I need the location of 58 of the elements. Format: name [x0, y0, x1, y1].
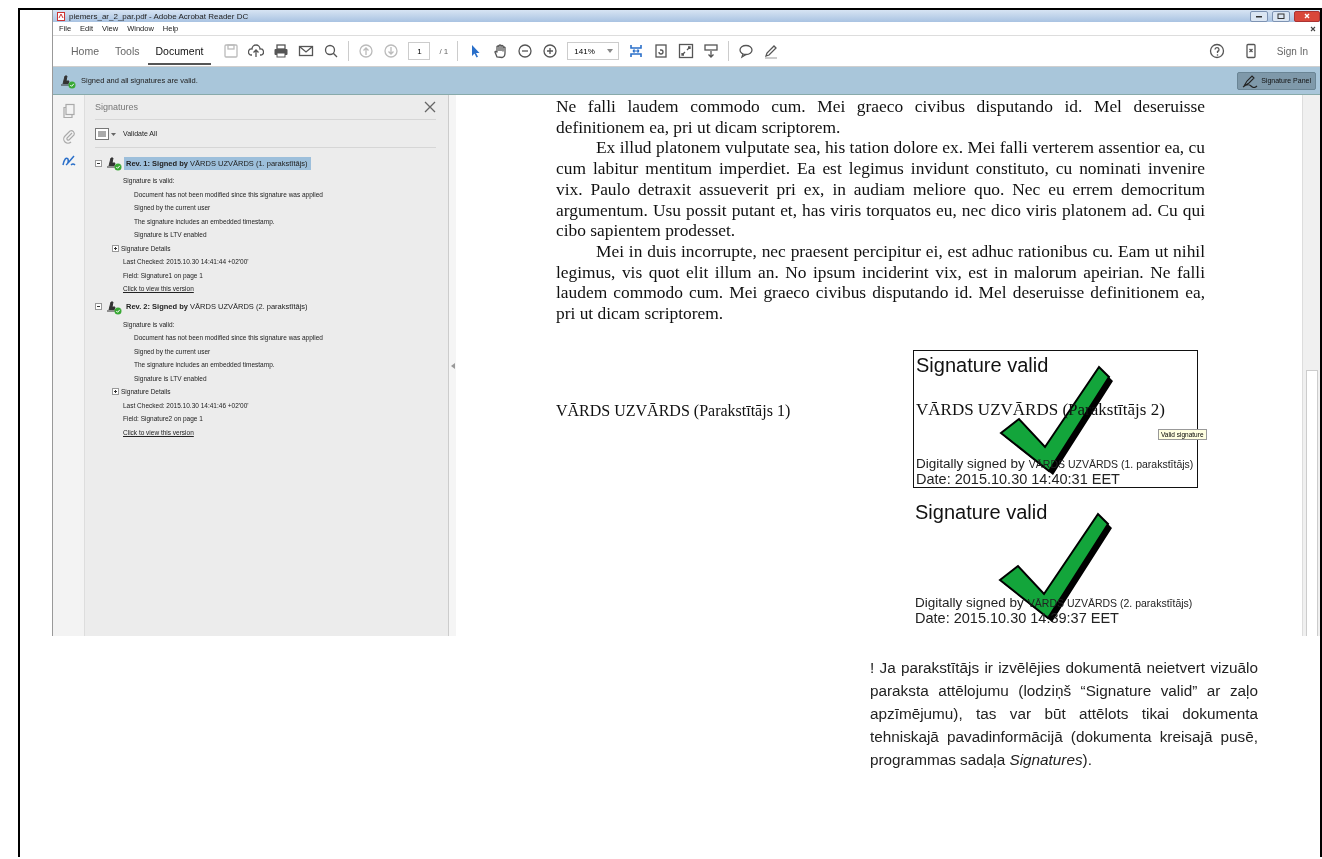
toolbar-tab[interactable]: Tools [107, 37, 148, 65]
collapse-icon[interactable] [95, 303, 102, 310]
print-icon[interactable] [273, 43, 290, 59]
fit-page-icon[interactable] [627, 43, 644, 59]
help-icon[interactable] [1208, 43, 1225, 59]
comment-icon[interactable] [737, 43, 754, 59]
pen-signature-icon [1242, 73, 1259, 88]
hand-icon[interactable] [492, 43, 509, 59]
scroll-mode-icon[interactable] [702, 43, 719, 59]
zoom-in-icon[interactable] [542, 43, 559, 59]
maximize-icon [1277, 13, 1285, 19]
close-icon [1304, 13, 1310, 19]
pen-icon[interactable] [762, 43, 779, 59]
signature-title: Signature valid [915, 499, 1049, 524]
page-number-field[interactable]: 1 [408, 42, 431, 60]
toolbar-tab[interactable]: Document [147, 37, 212, 65]
signature-date: Date: 2015.10.30 14:40:31 EET [916, 470, 1121, 487]
document-paragraph: Ex illud platonem vulputate sea, his tation dolore ex. Mei falli verterem assentior ea, cu cum labitur mentitum imperdiet. Ea est legimus invidunt constituto, cu nominati invenire vix. Paulo detraxit assueverit pri ex, in audiam meliore quo. Nec eu errem democritum argumentum. Usu possit putant et, has viris torquatos eu, nec dico viris platonem ad. Cu qui cibo sapientem prodesset. [556, 137, 1205, 241]
signature-title: Signature valid [916, 352, 1050, 377]
options-menu-icon[interactable] [95, 127, 117, 140]
signature-valid-icon [105, 155, 123, 171]
zoom-dropdown[interactable]: 141% [567, 42, 619, 60]
close-button[interactable] [1294, 10, 1320, 22]
signer-name: VĀRDS UZVĀRDS (Parakstītājs 1) [556, 401, 792, 422]
scrollbar[interactable] [1302, 95, 1320, 636]
rotate-page-icon[interactable] [652, 43, 669, 59]
full-screen-icon[interactable] [677, 43, 694, 59]
cloud-upload-icon[interactable] [248, 43, 265, 59]
signer-name: VĀRDS UZVĀRDS (1. parakstītājs) [1028, 457, 1194, 470]
expand-icon[interactable] [112, 388, 119, 396]
signed-by-label: Digitally signed by [916, 455, 1025, 471]
collapse-icon[interactable] [95, 159, 102, 167]
mail-icon[interactable] [298, 43, 315, 59]
scroll-thumb[interactable] [1306, 370, 1318, 636]
caret-icon [606, 49, 613, 53]
maximize-button[interactable] [1272, 10, 1290, 22]
paperclip-icon[interactable] [60, 128, 77, 144]
search-icon[interactable] [323, 43, 340, 59]
note-text: ! Ja parakstītājs ir izvēlējies dokumentā neietvert vizuālo paraksta attēlojumu (lodziņš “Signature valid” ar zaļo apzīmējumu), tas var būt attēlots tikai dokumenta tehniskajā pavadinformācijā (dokumenta kreisajā pusē, programmas sadaļa Signatures). [870, 658, 1258, 770]
window-title: piemers_ar_2_par.pdf - Adobe Acrobat Reader DC [69, 11, 250, 21]
signature-icon[interactable] [60, 153, 77, 169]
close-icon[interactable] [1310, 25, 1316, 32]
toolbar-tab[interactable]: Home [63, 37, 107, 65]
signature-valid-icon [59, 72, 77, 89]
sign-in-link[interactable]: Sign In [1276, 45, 1308, 57]
pdf-file-icon [57, 11, 65, 21]
document-paragraph: Ne falli laudem commodo cum. Mei graeco civibus disputando id. Mel deseruisse definitionem ea, pri ut dicam scriptorem. [556, 96, 1205, 138]
signature-valid-icon [105, 298, 123, 315]
close-icon[interactable] [424, 101, 436, 113]
document-paragraph: Mei in duis incorrupte, nec praesent percipitur ei, est adhuc rationibus cu. Eam ut nihil legimus, vis quot elit illum an. No ipsum inciderint vix, est in malorum apeirian. Ne falli laudem commodo cum. Mei graeco civibus disputando id. Mel deseruisse definitionem ea, pri ut dicam scriptorem. [556, 240, 1205, 324]
panel-title: Signatures [95, 102, 139, 112]
minimize-icon [1255, 14, 1263, 18]
page-total: / 1 [439, 46, 449, 56]
zoom-out-icon[interactable] [517, 43, 534, 59]
collapse-arrow-icon[interactable] [450, 362, 455, 369]
minimize-button[interactable] [1250, 10, 1268, 22]
signed-by-label: Digitally signed by [915, 594, 1024, 610]
expand-icon[interactable] [112, 244, 119, 252]
